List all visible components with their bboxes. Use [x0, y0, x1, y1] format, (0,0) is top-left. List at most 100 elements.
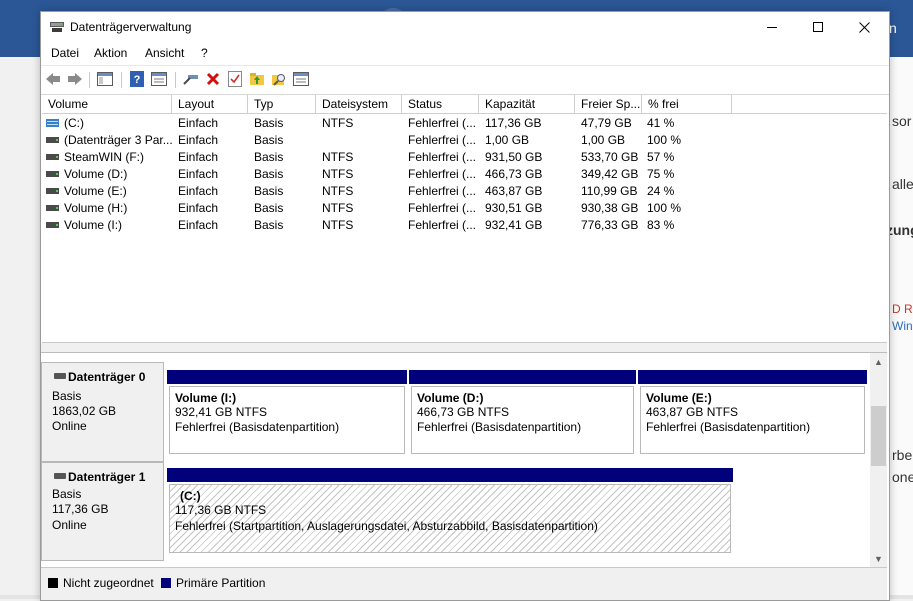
- volume-pct-free: 24 %: [647, 184, 675, 198]
- volume-status: Fehlerfrei (...: [408, 150, 477, 164]
- background-text: D Rac: [892, 302, 913, 316]
- volume-pct-free: 41 %: [647, 116, 675, 130]
- disk-0-title: Datenträger 0: [68, 370, 146, 384]
- volume-name: SteamWIN (F:): [64, 150, 144, 164]
- partition-title: Volume (I:): [175, 391, 237, 405]
- partition-body: Volume (D:) 466,73 GB NTFS Fehlerfrei (B…: [411, 386, 634, 454]
- disk-management-app-icon: [50, 22, 64, 32]
- forward-icon: [68, 73, 82, 85]
- disk-1-label[interactable]: Datenträger 1 Basis 117,36 GB Online: [41, 462, 164, 561]
- disk-0-name: Datenträger 0: [54, 370, 146, 384]
- volume-name: Volume (I:): [64, 218, 123, 232]
- disk-view-scrollbar[interactable]: ▲ ▼: [870, 353, 887, 567]
- title-bar[interactable]: Datenträgerverwaltung: [41, 12, 889, 43]
- column-header-layout[interactable]: Layout: [172, 95, 248, 113]
- disk-icon: [54, 473, 66, 479]
- column-header-freier-speicher[interactable]: Freier Sp...: [575, 95, 642, 113]
- scroll-up-icon[interactable]: ▲: [870, 353, 887, 370]
- volume-pct-free: 75 %: [647, 167, 675, 181]
- volume-row[interactable]: Volume (E:) Einfach Basis NTFS Fehlerfre…: [42, 183, 887, 200]
- properties-button[interactable]: [150, 70, 168, 88]
- background-header-text: n: [889, 20, 897, 36]
- volume-typ: Basis: [254, 184, 284, 198]
- volume-row[interactable]: (C:) Einfach Basis NTFS Fehlerfrei (... …: [42, 115, 887, 132]
- volume-layout: Einfach: [178, 150, 219, 164]
- background-text: alle: [892, 176, 913, 192]
- window-title: Datenträgerverwaltung: [70, 20, 192, 34]
- volume-row[interactable]: (Datenträger 3 Par... Einfach Basis Fehl…: [42, 132, 887, 149]
- back-button[interactable]: [44, 70, 62, 88]
- volume-list: Volume Layout Typ Dateisystem Status Kap…: [42, 95, 887, 343]
- volume-capacity: 1,00 GB: [485, 133, 530, 147]
- volume-fs: NTFS: [322, 150, 354, 164]
- scroll-thumb[interactable]: [871, 406, 886, 466]
- legend-primary-partition: Primäre Partition: [176, 576, 266, 590]
- search-folder-button[interactable]: [270, 70, 288, 88]
- volume-row[interactable]: Volume (I:) Einfach Basis NTFS Fehlerfre…: [42, 217, 887, 234]
- volume-layout: Einfach: [178, 184, 219, 198]
- column-header-typ[interactable]: Typ: [248, 95, 316, 113]
- volume-name: Volume (H:): [64, 201, 128, 215]
- forward-button[interactable]: [66, 70, 84, 88]
- partition-status: Fehlerfrei (Startpartition, Auslagerungs…: [175, 519, 598, 533]
- primary-partition-swatch: [161, 578, 171, 588]
- primary-partition-bar: [167, 370, 407, 384]
- help-button[interactable]: ?: [128, 70, 146, 88]
- check-button[interactable]: [226, 70, 244, 88]
- toolbar-separator: [121, 72, 122, 88]
- partition-title: Volume (D:): [417, 391, 484, 405]
- partition-body: Volume (I:) 932,41 GB NTFS Fehlerfrei (B…: [169, 386, 405, 454]
- column-header-volume[interactable]: Volume: [42, 95, 172, 113]
- partition-volume-d[interactable]: Volume (D:) 466,73 GB NTFS Fehlerfrei (B…: [409, 370, 636, 456]
- column-header-dateisystem[interactable]: Dateisystem: [316, 95, 402, 113]
- volume-pct-free: 83 %: [647, 218, 675, 232]
- partition-volume-e[interactable]: Volume (E:) 463,87 GB NTFS Fehlerfrei (B…: [638, 370, 867, 456]
- column-header-prozent-frei[interactable]: % frei: [642, 95, 732, 113]
- console-tree-button[interactable]: [96, 70, 114, 88]
- volume-fs: NTFS: [322, 184, 354, 198]
- volume-row[interactable]: Volume (H:) Einfach Basis NTFS Fehlerfre…: [42, 200, 887, 217]
- pane-splitter[interactable]: [41, 343, 887, 353]
- delete-button[interactable]: [204, 70, 222, 88]
- volume-free: 47,79 GB: [581, 116, 632, 130]
- partition-volume-i[interactable]: Volume (I:) 932,41 GB NTFS Fehlerfrei (B…: [167, 370, 407, 456]
- menu-aktion[interactable]: Aktion: [94, 46, 127, 60]
- legend-bar: Nicht zugeordnet Primäre Partition: [41, 567, 887, 600]
- volume-free: 110,99 GB: [581, 184, 638, 198]
- volume-status: Fehlerfrei (...: [408, 201, 477, 215]
- menu-help[interactable]: ?: [201, 46, 208, 60]
- toolbar: ?: [41, 65, 889, 95]
- volume-layout: Einfach: [178, 218, 219, 232]
- close-button[interactable]: [841, 12, 887, 43]
- folder-up-button[interactable]: [248, 70, 266, 88]
- volume-typ: Basis: [254, 218, 284, 232]
- volume-typ: Basis: [254, 133, 284, 147]
- connect-button[interactable]: [182, 70, 200, 88]
- volume-row[interactable]: Volume (D:) Einfach Basis NTFS Fehlerfre…: [42, 166, 887, 183]
- volume-typ: Basis: [254, 201, 284, 215]
- volume-drive-icon: [46, 154, 59, 160]
- volume-status: Fehlerfrei (...: [408, 184, 477, 198]
- scroll-down-icon[interactable]: ▼: [870, 550, 887, 567]
- volume-name: (C:): [64, 116, 84, 130]
- menu-datei[interactable]: Datei: [51, 46, 79, 60]
- list-view-button[interactable]: [292, 70, 310, 88]
- console-tree-icon: [97, 72, 113, 86]
- background-text: oner: [892, 469, 913, 485]
- close-icon: [858, 22, 870, 33]
- partition-volume-c[interactable]: (C:) 117,36 GB NTFS Fehlerfrei (Startpar…: [167, 468, 733, 555]
- disk-1-row: Datenträger 1 Basis 117,36 GB Online (C:…: [41, 462, 870, 561]
- menu-ansicht[interactable]: Ansicht: [145, 46, 184, 60]
- column-header-status[interactable]: Status: [402, 95, 479, 113]
- volume-row[interactable]: SteamWIN (F:) Einfach Basis NTFS Fehlerf…: [42, 149, 887, 166]
- disk-0-label[interactable]: Datenträger 0 Basis 1863,02 GB Online: [41, 362, 164, 462]
- volume-layout: Einfach: [178, 133, 219, 147]
- volume-status: Fehlerfrei (...: [408, 218, 477, 232]
- volume-drive-icon: [46, 188, 59, 194]
- legend-unallocated: Nicht zugeordnet: [63, 576, 154, 590]
- minimize-button[interactable]: [749, 12, 795, 43]
- maximize-button[interactable]: [795, 12, 841, 43]
- column-header-kapazitaet[interactable]: Kapazität: [479, 95, 575, 113]
- partition-size: 466,73 GB NTFS: [417, 405, 510, 419]
- disk-1-name: Datenträger 1: [54, 470, 145, 484]
